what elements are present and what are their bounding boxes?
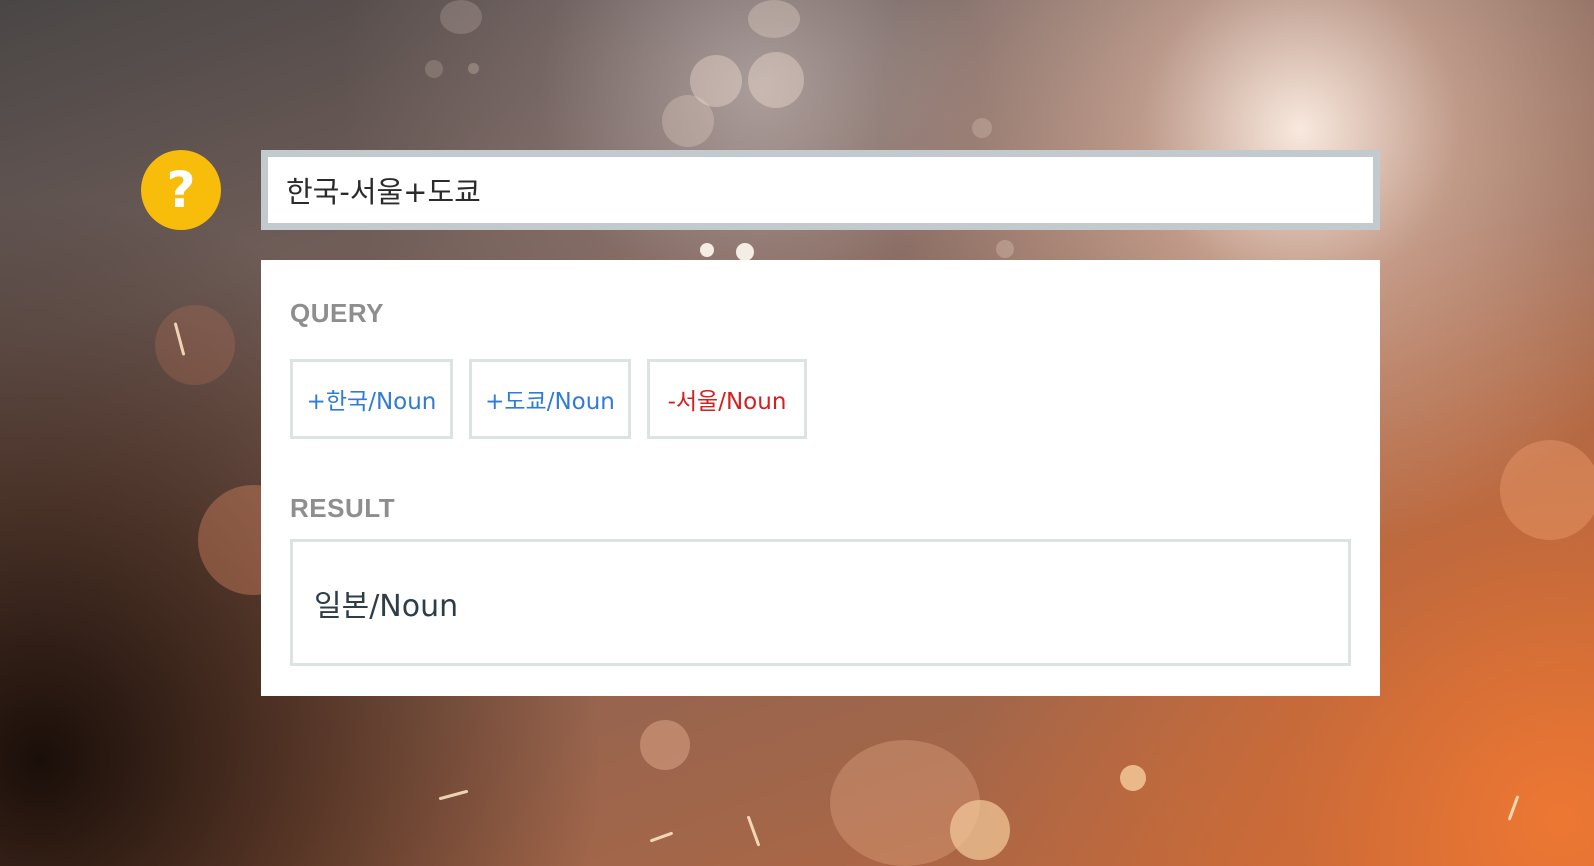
result-value: 일본/Noun — [314, 588, 459, 624]
result-heading: RESULT — [290, 493, 396, 523]
bokeh-light — [155, 305, 235, 385]
bokeh-light — [972, 118, 992, 138]
bokeh-light — [425, 60, 443, 78]
bokeh-light — [1500, 440, 1594, 540]
bokeh-light — [440, 0, 482, 34]
result-box: 일본/Noun — [290, 539, 1351, 666]
query-tag-positive[interactable]: +도쿄/Noun — [469, 359, 631, 439]
bokeh-light — [748, 52, 804, 108]
bokeh-light — [468, 63, 479, 74]
bokeh-light — [996, 240, 1014, 258]
question-icon: ? — [166, 161, 196, 219]
bokeh-light — [748, 0, 800, 38]
search-bar — [261, 150, 1380, 230]
help-button[interactable]: ? — [141, 150, 221, 230]
spark — [746, 815, 761, 847]
bokeh-light — [700, 243, 714, 257]
spark — [438, 789, 469, 801]
analysis-panel: QUERY +한국/Noun +도쿄/Noun -서울/Noun RESULT … — [261, 260, 1380, 696]
spark — [649, 831, 674, 843]
query-tag-positive[interactable]: +한국/Noun — [290, 359, 453, 439]
bokeh-light — [830, 740, 980, 866]
search-input[interactable] — [268, 157, 1373, 223]
bokeh-light — [1120, 765, 1146, 791]
query-tag-negative[interactable]: -서울/Noun — [647, 359, 807, 439]
bokeh-light — [662, 95, 714, 147]
query-heading: QUERY — [290, 298, 384, 328]
spark — [1507, 795, 1520, 821]
bokeh-light — [736, 243, 754, 261]
bokeh-light — [640, 720, 690, 770]
